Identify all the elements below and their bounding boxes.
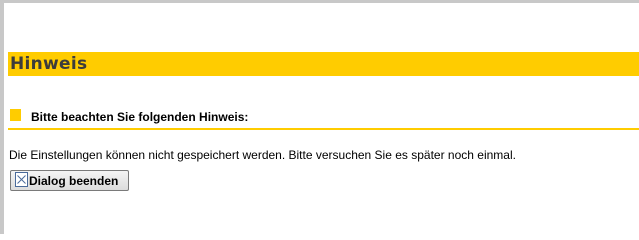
dialog-message: Die Einstellungen können nicht gespeiche… (9, 148, 516, 162)
section-label: Bitte beachten Sie folgenden Hinweis: (31, 110, 249, 124)
window-frame-top (0, 0, 639, 3)
close-dialog-button[interactable]: Dialog beenden (10, 170, 129, 191)
broken-image-icon (15, 172, 28, 187)
dialog-title: Hinweis (10, 54, 88, 74)
section-marker-icon (10, 109, 21, 121)
section-header: Bitte beachten Sie folgenden Hinweis: (8, 108, 639, 130)
window-frame-left (0, 0, 4, 234)
close-dialog-button-label: Dialog beenden (29, 174, 119, 188)
dialog-title-bar: Hinweis (8, 52, 639, 76)
